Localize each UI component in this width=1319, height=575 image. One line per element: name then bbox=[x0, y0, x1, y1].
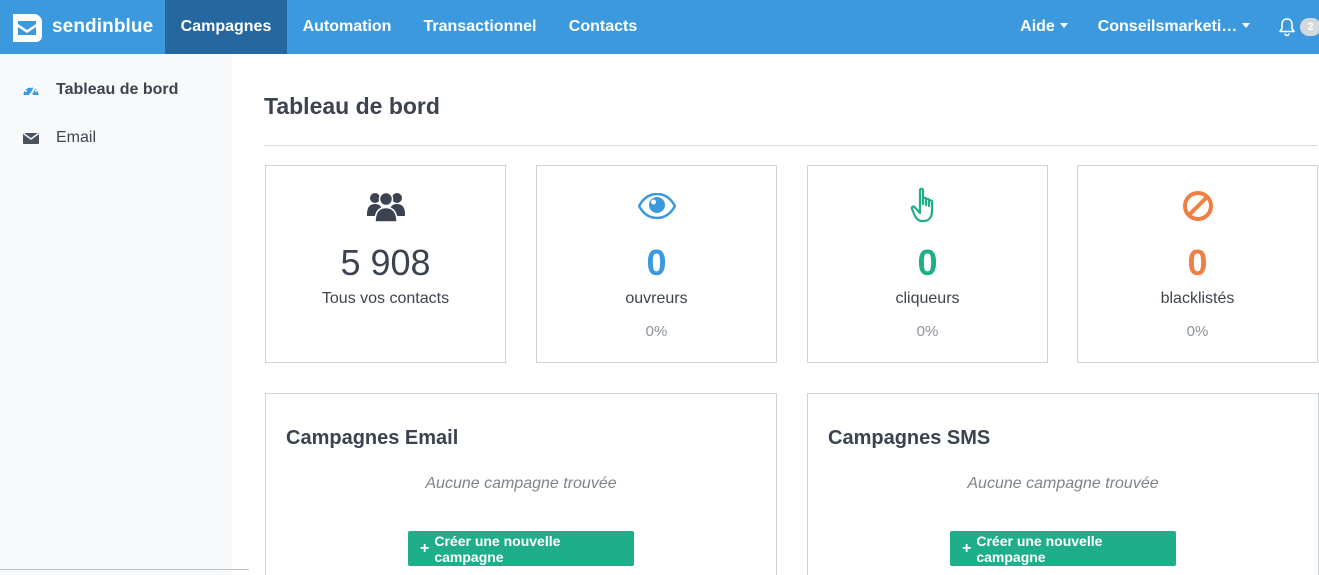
blacklistes-count: 0 bbox=[1187, 242, 1208, 283]
title-divider bbox=[264, 145, 1317, 146]
users-icon bbox=[266, 186, 505, 226]
brand[interactable]: sendinblue bbox=[10, 0, 153, 54]
notification-badge[interactable]: 2 bbox=[1300, 18, 1319, 36]
eye-icon bbox=[537, 186, 776, 226]
ban-icon bbox=[1078, 186, 1317, 226]
cliqueurs-label: cliqueurs bbox=[895, 290, 960, 307]
nav-transactionnel[interactable]: Transactionnel bbox=[407, 0, 553, 54]
sendinblue-logo-icon bbox=[13, 14, 42, 42]
contacts-label: Tous vos contacts bbox=[321, 290, 450, 307]
stat-card-blacklistes[interactable]: 0 blacklistés 0% bbox=[1077, 165, 1318, 363]
stat-card-ouvreurs[interactable]: 0 ouvreurs 0% bbox=[536, 165, 777, 363]
nav-contacts[interactable]: Contacts bbox=[553, 0, 653, 54]
help-dropdown[interactable]: Aide bbox=[1010, 0, 1078, 54]
blacklistes-percentage: 0% bbox=[1186, 323, 1209, 340]
email-campaigns-title: Campagnes Email bbox=[286, 427, 459, 449]
stat-card-contacts[interactable]: 5 908 Tous vos contacts bbox=[265, 165, 506, 363]
email-campaigns-card: Campagnes Email Aucune campagne trouvée … bbox=[265, 393, 777, 575]
plus-icon: + bbox=[420, 539, 430, 557]
top-navbar: sendinblue Campagnes Automation Transact… bbox=[0, 0, 1319, 54]
cliqueurs-percentage: 0% bbox=[916, 323, 939, 340]
sms-campaigns-title: Campagnes SMS bbox=[828, 427, 991, 449]
page-title: Tableau de bord bbox=[264, 93, 440, 119]
cliqueurs-count: 0 bbox=[917, 242, 938, 283]
sidebar-item-email[interactable]: Email bbox=[22, 126, 96, 150]
ouvreurs-percentage: 0% bbox=[645, 323, 668, 340]
brand-name: sendinblue bbox=[52, 16, 154, 37]
help-label: Aide bbox=[1020, 18, 1055, 35]
create-email-campaign-label: Créer une nouvelle campagne bbox=[434, 532, 561, 565]
pointer-hand-icon bbox=[808, 186, 1047, 226]
chevron-down-icon bbox=[1059, 23, 1068, 29]
sms-campaigns-empty-message: Aucune campagne trouvée bbox=[967, 475, 1159, 492]
dashboard-icon bbox=[22, 82, 40, 98]
stat-card-cliqueurs[interactable]: 0 cliqueurs 0% bbox=[807, 165, 1048, 363]
ouvreurs-count: 0 bbox=[646, 242, 667, 283]
email-campaigns-empty-message: Aucune campagne trouvée bbox=[425, 475, 617, 492]
ouvreurs-label: ouvreurs bbox=[625, 290, 688, 307]
bell-icon[interactable] bbox=[1278, 17, 1296, 37]
envelope-icon bbox=[22, 130, 40, 146]
create-email-campaign-button[interactable]: + Créer une nouvelle campagne bbox=[408, 531, 634, 566]
sms-campaigns-card: Campagnes SMS Aucune campagne trouvée + … bbox=[807, 393, 1319, 575]
create-sms-campaign-label: Créer une nouvelle campagne bbox=[976, 532, 1103, 565]
account-dropdown[interactable]: Conseilsmarketi… bbox=[1090, 0, 1258, 54]
sidebar-divider bbox=[0, 569, 249, 570]
nav-campagnes[interactable]: Campagnes bbox=[165, 0, 287, 54]
sidebar-item-label: Tableau de bord bbox=[56, 81, 179, 98]
plus-icon: + bbox=[962, 539, 972, 557]
nav-automation[interactable]: Automation bbox=[287, 0, 407, 54]
contacts-count: 5 908 bbox=[340, 242, 431, 283]
blacklistes-label: blacklistés bbox=[1160, 290, 1235, 307]
create-sms-campaign-button[interactable]: + Créer une nouvelle campagne bbox=[950, 531, 1176, 566]
chevron-down-icon bbox=[1242, 23, 1251, 29]
sidebar-item-tableau-de-bord[interactable]: Tableau de bord bbox=[22, 78, 178, 102]
account-label: Conseilsmarketi… bbox=[1097, 18, 1238, 35]
sidebar-item-label: Email bbox=[56, 129, 97, 146]
